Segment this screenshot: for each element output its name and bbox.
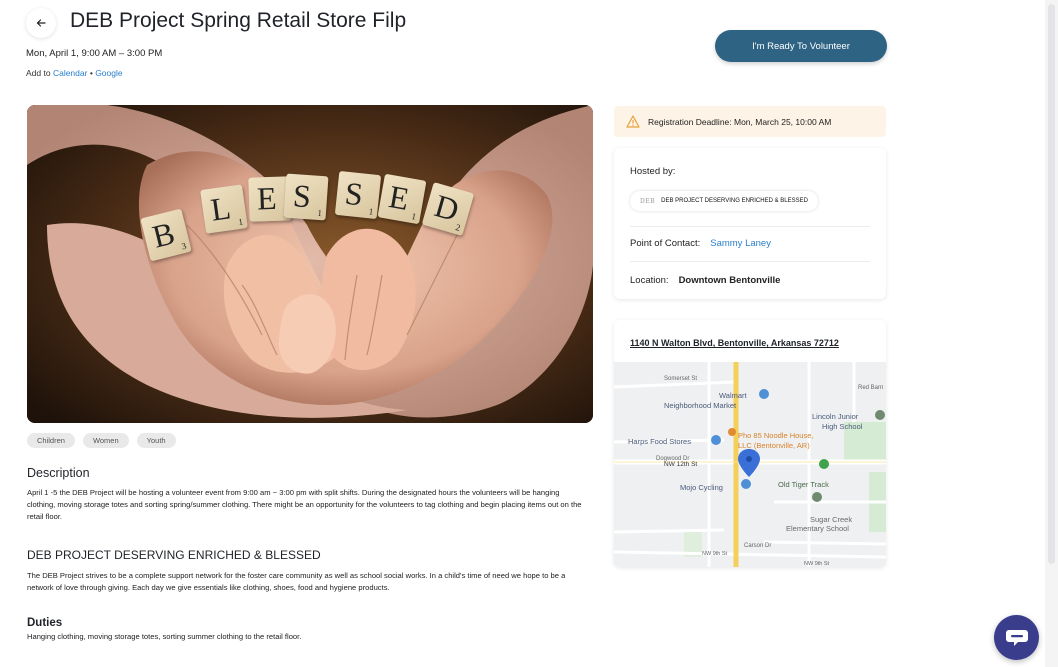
tile-letter: L [208, 189, 233, 228]
map-graphic: Somerset St Red Barn Dogwood Dr Carson D… [614, 362, 886, 567]
address-link[interactable]: 1140 N Walton Blvd, Bentonville, Arkansa… [630, 338, 839, 348]
map-label-red-barn: Red Barn [858, 385, 883, 391]
event-date: Mon, April 1, 9:00 AM – 3:00 PM [26, 48, 163, 59]
map-label-nw12: NW 12th St [664, 461, 697, 468]
arrow-left-icon [36, 19, 46, 27]
scrabble-tiles: B3L1E1S1S1E1D2 [27, 105, 593, 423]
volunteer-button[interactable]: I'm Ready To Volunteer [715, 30, 887, 62]
event-hero-image: B3L1E1S1S1E1D2 [27, 105, 593, 423]
map-card: 1140 N Walton Blvd, Bentonville, Arkansa… [614, 320, 886, 567]
tile-letter: S [343, 174, 365, 213]
back-button[interactable] [26, 8, 56, 38]
event-page: DEB Project Spring Retail Store Filp Mon… [0, 0, 1045, 667]
map-label-pho-1: Pho 85 Noodle House, [738, 431, 813, 440]
map-label-walmart-2: Neighborhood Market [664, 401, 737, 410]
shopping-pin-icon [759, 389, 769, 399]
map-label-walmart-1: Walmart [719, 391, 748, 400]
map-label-lincoln-2: High School [822, 422, 863, 431]
tile-letter: E [386, 178, 412, 217]
registration-deadline: Registration Deadline: Mon, March 25, 10… [614, 106, 886, 137]
tile-score: 2 [454, 222, 462, 233]
location-label: Location: [630, 275, 669, 286]
organization-heading: DEB PROJECT DESERVING ENRICHED & BLESSED [27, 548, 321, 562]
map-label-sugar-2: Elementary School [786, 524, 849, 533]
map-label-harps: Harps Food Stores [628, 437, 691, 446]
map-label-carson: Carson Dr [744, 543, 771, 549]
poc-name-link[interactable]: Sammy Laney [710, 238, 771, 249]
tile-score: 1 [237, 216, 244, 228]
hosted-by-label: Hosted by: [630, 166, 676, 177]
duties-heading: Duties [27, 617, 63, 629]
point-of-contact: Point of Contact: Sammy Laney [630, 238, 771, 249]
tile-score: 1 [410, 211, 418, 222]
tile-letter: E [256, 179, 278, 217]
google-link[interactable]: Google [95, 68, 122, 78]
shopping-pin-icon [741, 479, 751, 489]
host-organization[interactable]: DEB DEB PROJECT DESERVING ENRICHED & BLE… [630, 191, 818, 211]
scrabble-tile: S1 [334, 170, 382, 220]
map-label-nw9: NW 9th St [702, 551, 728, 557]
category-tag[interactable]: Children [27, 433, 75, 448]
location-row: Location: Downtown Bentonville [630, 275, 780, 286]
scrabble-tile: B3 [140, 208, 192, 262]
map-label-somerset: Somerset St [664, 376, 697, 382]
food-pin-icon [728, 428, 736, 436]
organization-text: The DEB Project strives to be a complete… [27, 571, 566, 592]
description-text: April 1 -5 the DEB Project will be hosti… [27, 488, 582, 521]
map-label-nw9b: NW 9th St [804, 561, 830, 567]
scrollbar[interactable] [1045, 0, 1058, 667]
separator: • [89, 68, 93, 78]
divider [630, 226, 870, 227]
calendar-link[interactable]: Calendar [53, 68, 88, 78]
map-label-lincoln-1: Lincoln Junior [812, 412, 859, 421]
location-value: Downtown Bentonville [678, 275, 781, 286]
host-card: Hosted by: DEB DEB PROJECT DESERVING ENR… [614, 148, 886, 299]
category-tag[interactable]: Youth [136, 433, 176, 448]
scrabble-tile: S1 [283, 173, 329, 221]
duties-text: Hanging clothing, moving storage totes, … [27, 632, 302, 641]
tile-score: 1 [317, 207, 323, 219]
org-logo: DEB [640, 197, 656, 205]
tile-score: 3 [180, 240, 188, 252]
add-to-label: Add to [26, 68, 51, 78]
add-to-calendar: Add to Calendar • Google [26, 68, 123, 78]
org-name: DEB PROJECT DESERVING ENRICHED & BLESSED [661, 198, 808, 204]
deadline-text: Registration Deadline: Mon, March 25, 10… [648, 116, 832, 127]
location-map[interactable]: Somerset St Red Barn Dogwood Dr Carson D… [614, 362, 886, 567]
tile-score: 1 [368, 206, 374, 217]
warning-icon [626, 115, 640, 128]
school-pin-icon [875, 410, 885, 420]
map-label-mojo: Mojo Cycling [680, 483, 723, 492]
tile-letter: B [148, 214, 179, 255]
category-tag[interactable]: Women [82, 433, 129, 448]
tile-letter: S [291, 177, 313, 215]
map-label-pho-2: LLC (Bentonville, AR) [738, 441, 810, 450]
scrabble-tile: E1 [377, 173, 427, 225]
event-title: DEB Project Spring Retail Store Filp [70, 9, 407, 32]
shopping-pin-icon [711, 435, 721, 445]
category-tags: Children Women Youth [27, 433, 176, 448]
scrollbar-thumb[interactable] [1048, 4, 1055, 564]
chat-bubble-icon [1005, 629, 1028, 646]
poc-label: Point of Contact: [630, 238, 701, 249]
description-heading: Description [27, 466, 90, 480]
scrabble-tile: L1 [200, 184, 248, 234]
park-pin-icon [819, 459, 829, 469]
scrabble-tile: D2 [421, 182, 475, 236]
divider [630, 261, 870, 262]
chat-button[interactable] [994, 615, 1039, 660]
map-label-sugar-1: Sugar Creek [810, 515, 852, 524]
map-label-oldtiger: Old Tiger Track [778, 480, 829, 489]
school-pin-icon [812, 492, 822, 502]
